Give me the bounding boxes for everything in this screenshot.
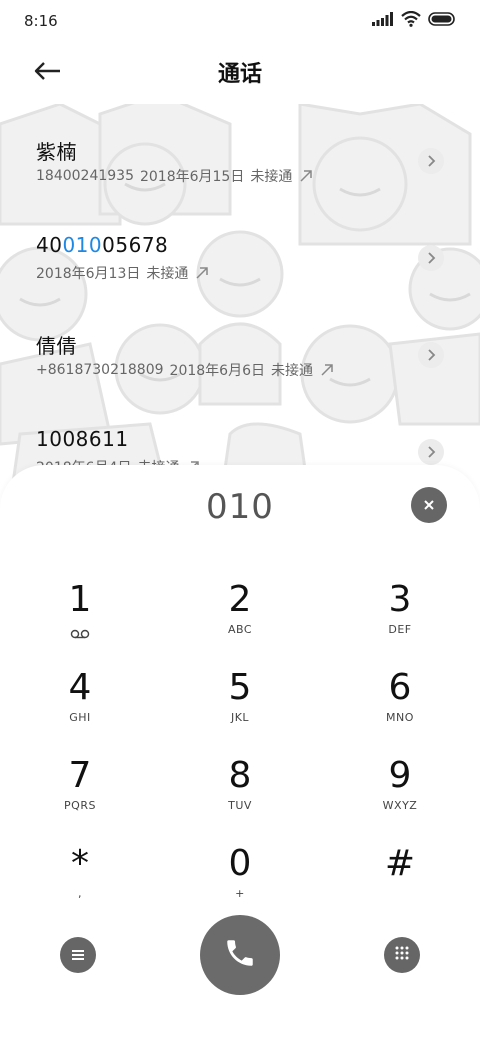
contact-name: 倩倩	[36, 334, 77, 358]
key-digit: #	[384, 843, 416, 884]
call-number: 18400241935	[36, 168, 134, 184]
call-detail-button[interactable]	[418, 245, 444, 271]
call-detail-button[interactable]	[418, 342, 444, 368]
key-6[interactable]: 6 MNO	[320, 663, 480, 751]
outgoing-call-icon	[194, 265, 210, 281]
wifi-icon	[401, 10, 421, 31]
call-date: 2018年6月6日	[169, 363, 265, 379]
key-0[interactable]: 0 +	[160, 839, 320, 927]
call-status: 未接通	[146, 266, 189, 282]
phone-icon	[223, 936, 257, 974]
key-1[interactable]: 1	[0, 575, 160, 663]
key-9[interactable]: 9 WXYZ	[320, 751, 480, 839]
key-letters: DEF	[388, 623, 412, 636]
battery-icon	[428, 12, 456, 30]
call-meta: 18400241935 2018年6月15日 未接通	[36, 166, 480, 186]
key-digit: 1	[68, 579, 92, 620]
key-star[interactable]: * ,	[0, 839, 160, 927]
key-digit: *	[71, 843, 89, 884]
key-letters: WXYZ	[382, 799, 418, 812]
key-letters: ,	[78, 887, 82, 900]
call-history-list: 紫楠 18400241935 2018年6月15日 未接通 4001005678…	[0, 114, 480, 502]
call-meta: +8618730218809 2018年6月6日 未接通	[36, 360, 480, 380]
key-3[interactable]: 3 DEF	[320, 575, 480, 663]
call-button[interactable]	[200, 915, 280, 995]
key-2[interactable]: 2 ABC	[160, 575, 320, 663]
key-letters: JKL	[230, 711, 250, 724]
status-bar: 8:16	[0, 0, 480, 42]
key-letters: GHI	[69, 711, 91, 724]
page-title: 通话	[217, 62, 262, 87]
key-digit: 4	[68, 667, 92, 708]
key-letters: TUV	[228, 799, 252, 812]
call-number: +8618730218809	[36, 362, 164, 378]
key-4[interactable]: 4 GHI	[0, 663, 160, 751]
dialer-action-bar	[0, 915, 480, 995]
call-detail-button[interactable]	[418, 439, 444, 465]
key-letters: PQRS	[64, 799, 96, 812]
key-letters: +	[235, 887, 245, 900]
menu-button[interactable]	[60, 937, 96, 973]
outgoing-call-icon	[319, 362, 335, 378]
dialpad-toggle-button[interactable]	[384, 937, 420, 973]
outgoing-call-icon	[298, 168, 314, 184]
key-letters: ABC	[227, 623, 253, 636]
call-item[interactable]: 倩倩 +8618730218809 2018年6月6日 未接通	[0, 308, 480, 405]
chevron-right-icon	[426, 152, 436, 171]
key-5[interactable]: 5 JKL	[160, 663, 320, 751]
key-digit: 5	[228, 667, 252, 708]
arrow-left-icon	[33, 61, 61, 85]
call-detail-button[interactable]	[418, 148, 444, 174]
signal-icon	[372, 12, 394, 30]
key-8[interactable]: 8 TUV	[160, 751, 320, 839]
contact-name: 紫楠	[36, 140, 77, 164]
key-digit: 9	[388, 755, 412, 796]
key-digit: 2	[228, 579, 252, 620]
menu-icon	[71, 946, 85, 965]
call-meta: 2018年6月13日 未接通	[36, 263, 480, 283]
voicemail-icon	[70, 627, 90, 641]
call-status: 未接通	[250, 169, 293, 185]
call-date: 2018年6月13日	[36, 266, 141, 282]
key-digit: 3	[388, 579, 412, 620]
dialer-panel: 010 1 2 ABC 3 DEF 4 GHI 5 JKL 6 MNO 7 PQ…	[0, 465, 480, 1040]
key-digit: 0	[228, 843, 252, 884]
call-item[interactable]: 紫楠 18400241935 2018年6月15日 未接通	[0, 114, 480, 211]
dialpad-icon	[394, 945, 410, 965]
call-item[interactable]: 4001005678 2018年6月13日 未接通	[0, 211, 480, 308]
clear-button[interactable]	[411, 487, 447, 523]
key-digit: 8	[228, 755, 252, 796]
key-digit: 6	[388, 667, 412, 708]
key-7[interactable]: 7 PQRS	[0, 751, 160, 839]
dialpad: 1 2 ABC 3 DEF 4 GHI 5 JKL 6 MNO 7 PQRS 8…	[0, 575, 480, 927]
key-hash[interactable]: #	[320, 839, 480, 927]
chevron-right-icon	[426, 443, 436, 462]
contact-name: 1008611	[36, 427, 129, 451]
contact-name: 4001005678	[36, 233, 169, 257]
call-date: 2018年6月15日	[139, 169, 245, 185]
back-button[interactable]	[26, 52, 68, 94]
close-icon	[423, 496, 435, 515]
chevron-right-icon	[426, 249, 436, 268]
key-letters: MNO	[386, 711, 414, 724]
chevron-right-icon	[426, 346, 436, 365]
app-header: 通话	[0, 42, 480, 102]
call-status: 未接通	[270, 363, 313, 379]
status-time: 8:16	[24, 12, 58, 30]
dialed-number-display: 010	[206, 487, 274, 527]
key-digit: 7	[68, 755, 92, 796]
status-icons	[372, 10, 456, 31]
